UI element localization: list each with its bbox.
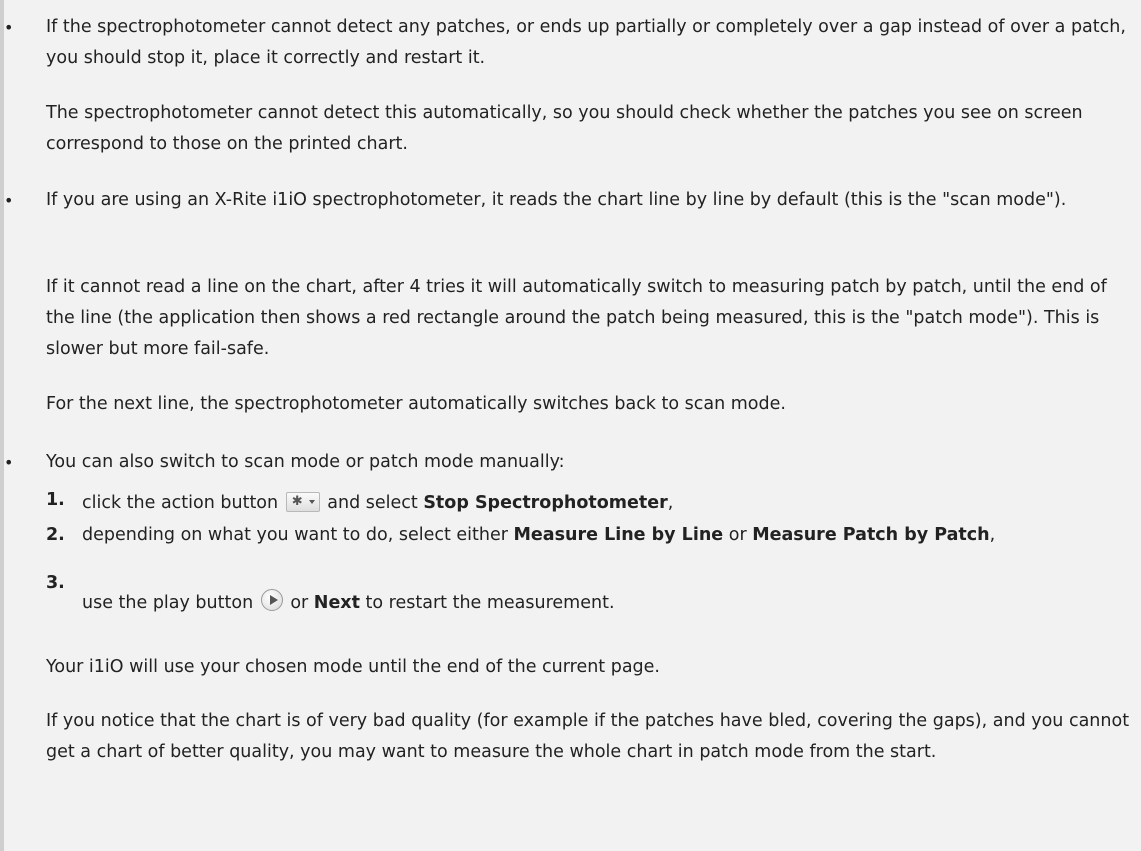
ui-term: Measure Line by Line (513, 525, 724, 545)
step-number: 2. (46, 525, 65, 545)
paragraph: The spectrophotometer cannot detect this… (46, 103, 1083, 154)
gear-dropdown-icon: ✱ (285, 491, 320, 512)
left-rule (0, 0, 4, 851)
step-text-part: use the play button (82, 593, 254, 613)
step-text: use the play button or Next to restart t… (82, 588, 1137, 619)
step-text-part: to restart the measurement. (365, 593, 615, 613)
step-text: depending on what you want to do, select… (82, 520, 1137, 551)
paragraph: Your i1iO will use your chosen mode unti… (46, 657, 660, 677)
step-text-part: click the action button (82, 493, 279, 513)
play-icon (260, 589, 283, 611)
document-page: • If the spectrophotometer cannot detect… (0, 0, 1141, 851)
paragraph: If you notice that the chart is of very … (46, 711, 1130, 762)
step-text-part: or (728, 525, 747, 545)
paragraph: For the next line, the spectrophotometer… (46, 394, 786, 414)
step-text-part: , (667, 493, 674, 513)
bullet-icon: • (4, 18, 14, 37)
paragraph: If the spectrophotometer cannot detect a… (46, 17, 1126, 68)
step-text-part: or (290, 593, 309, 613)
step-number: 3. (46, 573, 65, 593)
step-text-part: , (989, 525, 996, 545)
ui-term: Next (313, 593, 360, 613)
bullet-icon: • (4, 453, 14, 472)
step-text: click the action button ✱ and select Sto… (82, 488, 1137, 519)
ui-term: Measure Patch by Patch (752, 525, 990, 545)
bullet-icon: • (4, 191, 14, 210)
step-number: 1. (46, 490, 65, 510)
paragraph: If it cannot read a line on the chart, a… (46, 277, 1107, 359)
ui-term: Stop Spectrophotometer (423, 493, 668, 513)
paragraph: You can also switch to scan mode or patc… (46, 452, 565, 472)
step-text-part: depending on what you want to do, select… (82, 525, 508, 545)
paragraph: If you are using an X-Rite i1iO spectrop… (46, 190, 1067, 210)
step-text-part: and select (327, 493, 418, 513)
